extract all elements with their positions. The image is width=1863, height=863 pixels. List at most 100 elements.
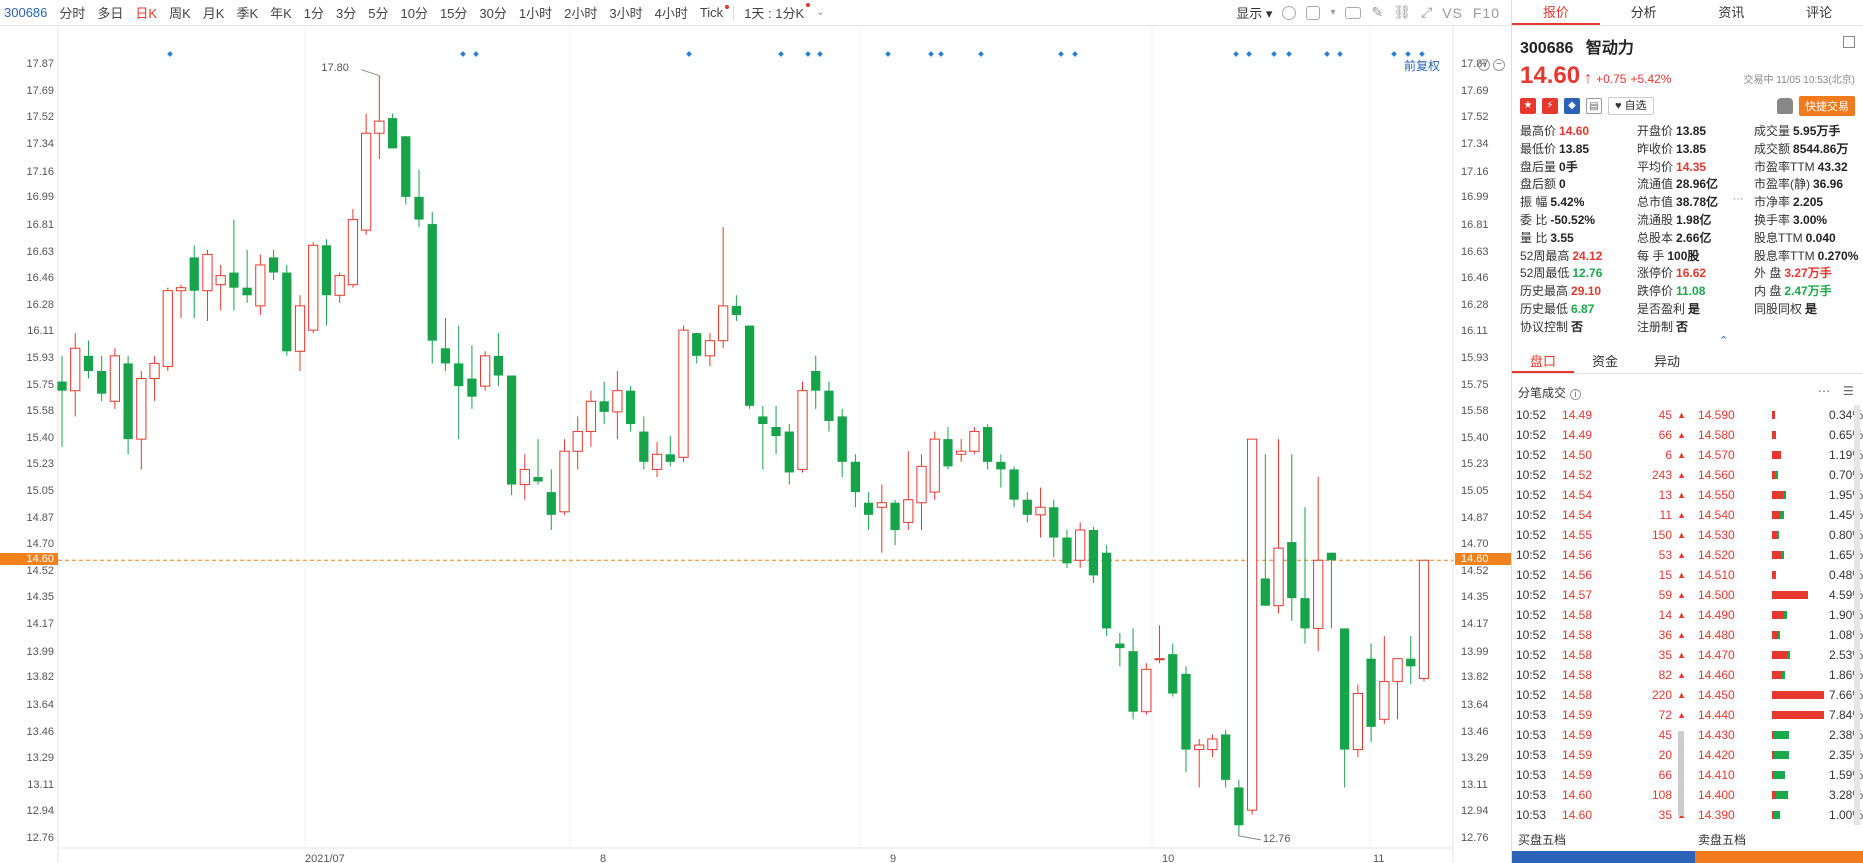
quote-key: 总市值 [1637,195,1674,210]
more-options-icon[interactable]: ⋯ [1818,384,1830,398]
orderbook-subtab-2[interactable]: 异动 [1636,350,1698,373]
period-15[interactable]: 3小时 [603,3,648,22]
quote-value: 29.10 [1571,284,1602,299]
candle-body-down [665,454,675,462]
quote-value: 28.96亿 [1676,177,1719,192]
candle-body-up [572,431,583,452]
quote-cell: 注册制否 [1637,318,1754,336]
trade-row: 10:52 14.52 243 ▲ [1516,465,1696,485]
settings-gear-icon[interactable] [1282,5,1297,20]
pencil-icon[interactable]: ✎ [1371,4,1383,21]
period-11[interactable]: 15分 [434,3,473,22]
display-menu[interactable]: 显示 ▾ [1236,3,1272,22]
distribution-price: 14.480 [1698,628,1735,642]
panel-tab-2[interactable]: 资讯 [1688,0,1776,25]
tick-trades-list[interactable]: 10:52 14.49 45 ▲ 10:52 14.49 66 ▲ 10:52 14.50 6 ▲ 10… [1516,405,1696,825]
quote-value: 0.040 [1805,230,1836,245]
period-13[interactable]: 1小时 [513,3,558,22]
distribution-bar-red [1771,591,1809,599]
period-3[interactable]: 周K [163,3,197,22]
trade-volume: 53 [1658,548,1672,562]
panel-tab-1[interactable]: 分析 [1600,0,1688,25]
period-7[interactable]: 1分 [298,3,330,22]
event-marker [1072,51,1078,57]
trades-scrollbar[interactable] [1678,731,1684,816]
candle-body-up [1154,658,1165,661]
note-icon[interactable]: ▤ [1586,98,1602,114]
stock-code: 300686 [1520,40,1574,57]
panel-collapse-icon[interactable] [1843,36,1855,48]
more-icon[interactable]: ⋯ [1733,194,1743,205]
trade-time: 10:52 [1516,448,1547,462]
candle-body-up [929,438,940,493]
distribution-scrollbar[interactable] [1854,405,1860,825]
quote-cell: 协议控制否 [1520,318,1637,336]
f10-button[interactable]: F10 [1473,5,1500,21]
period-0[interactable]: 分时 [53,3,91,22]
trade-time: 10:52 [1516,668,1547,682]
quote-row: 历史最高 29.10 跌停价 11.08 内 盘 2.47万手 [1520,282,1862,300]
adjust-price-toggle[interactable]: 前复权 [1404,57,1440,74]
chevron-down-icon[interactable]: ▾ [1330,7,1335,18]
orderbook-subtab-1[interactable]: 资金 [1574,350,1636,373]
period-14[interactable]: 2小时 [558,3,603,22]
period-8[interactable]: 3分 [330,3,362,22]
candle-body-up [109,355,121,402]
toolbar-stock-code: 300686 [4,5,48,20]
period-16[interactable]: 4小时 [649,3,694,22]
distribution-row: 14.550 1.95% [1698,485,1863,505]
panel-tab-0[interactable]: 报价 [1512,0,1600,25]
candle-body-up [903,499,914,523]
candle-body-down [414,196,424,220]
trade-price: 14.54 [1562,488,1593,502]
period-2[interactable]: 日K [129,3,163,22]
info-icon[interactable]: i [1570,389,1582,400]
orderbook-subtab-0[interactable]: 盘口 [1512,350,1575,373]
period-1[interactable]: 多日 [91,3,129,22]
list-view-icon[interactable]: ☰ [1843,384,1854,398]
period-17[interactable]: Tick [694,5,730,20]
kline-canvas[interactable] [0,26,1510,863]
distribution-row: 14.540 1.45% [1698,505,1863,525]
quote-cell: 同股同权是 [1754,300,1862,318]
quick-trade-button[interactable]: 快捷交易 [1799,96,1855,116]
zoom-out-icon[interactable]: − [1493,59,1505,71]
link-icon[interactable]: ⛓ [1393,4,1411,21]
chevron-down-icon[interactable]: ⌄ [810,7,830,18]
vs-compare-button[interactable]: VS [1442,5,1463,21]
period-5[interactable]: 季K [230,3,264,22]
expand-up-icon[interactable]: ⌃ [1719,334,1728,347]
event-marker [978,51,984,57]
event-marker [1391,51,1397,57]
zoom-in-icon[interactable]: + [1478,59,1490,71]
candle-body-up [202,253,213,292]
period-6[interactable]: 年K [264,3,298,22]
y-tick-right: 13.29 [1461,751,1489,764]
quote-row: 协议控制否注册制否 [1520,318,1862,336]
distribution-bar-red [1771,651,1788,659]
distribution-bar-green [1775,791,1789,799]
period-9[interactable]: 5分 [362,3,394,22]
period-12[interactable]: 30分 [473,3,512,22]
trades-header: 分笔成交 i [1518,384,1582,401]
checkbox-icon[interactable] [1306,5,1321,20]
quote-panel: 报价 分析 资讯 评论 300686 智动力 14.60 ↑ +0.75 +5.42%… [1511,0,1863,863]
up-triangle-icon: ▲ [1677,530,1686,540]
candle-body-down [744,325,755,406]
candle-body-down [599,401,609,412]
kline-chart[interactable]: 17.87 17.69 17.52 17.34 17.16 16.99 16.81 16.63… [0,26,1513,863]
panel-tab-3[interactable]: 评论 [1775,0,1863,25]
bell-icon[interactable] [1777,98,1793,114]
period-4[interactable]: 月K [197,3,231,22]
trade-price: 14.60 [1562,788,1593,802]
fullscreen-icon[interactable]: ⤢ [1421,4,1432,21]
camera-icon[interactable] [1345,6,1362,19]
trade-price: 14.57 [1562,588,1593,602]
period-10[interactable]: 10分 [394,3,433,22]
trade-price: 14.55 [1562,528,1593,542]
add-watchlist-button[interactable]: ♥ 自选 [1608,97,1654,115]
y-tick-right: 15.40 [1461,432,1489,445]
period-dropdown[interactable]: 1天 : 1分K [738,3,811,22]
quote-grid: 最高价 14.60 开盘价 13.85 成交量 5.95万手 最低价 13.85 昨收价 13.8… [1520,122,1862,336]
event-marker [1324,51,1330,57]
